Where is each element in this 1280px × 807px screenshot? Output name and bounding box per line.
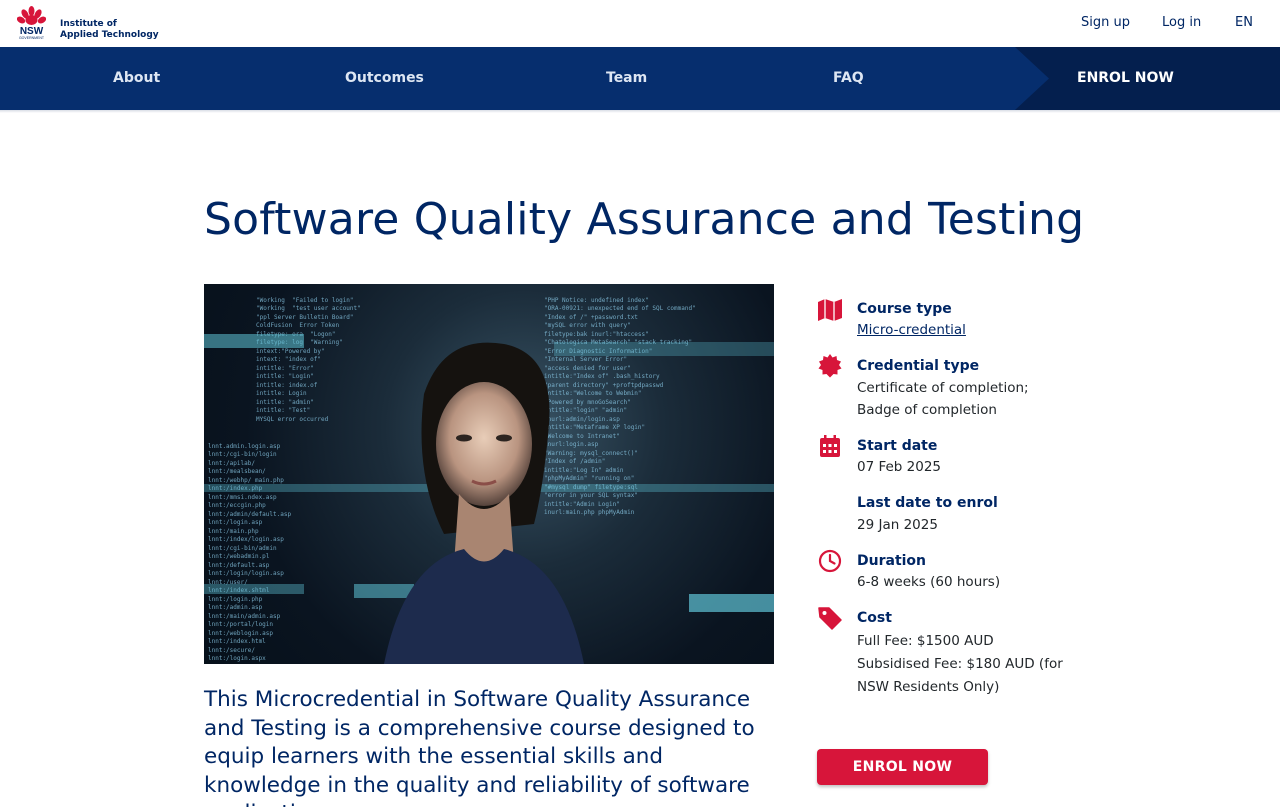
- cost-label: Cost: [857, 610, 892, 626]
- svg-text:GOVERNMENT: GOVERNMENT: [19, 36, 45, 40]
- course-type-label: Course type: [857, 301, 952, 317]
- map-icon: [817, 297, 843, 323]
- tag-icon: [817, 605, 843, 631]
- language-selector[interactable]: EN: [1235, 15, 1253, 30]
- nav-enrol-now[interactable]: ENROL NOW: [1077, 70, 1174, 86]
- waratah-icon: NSW GOVERNMENT: [16, 6, 47, 40]
- main-nav: About Outcomes Team FAQ ENROL NOW: [0, 47, 1280, 110]
- start-date-label: Start date: [857, 438, 938, 454]
- course-hero-image: lnnt.admin.login.asp lnnt:/cgi-bin/login…: [204, 284, 774, 664]
- top-bar: NSW GOVERNMENT Institute of Applied Tech…: [0, 0, 1280, 47]
- nav-about[interactable]: About: [113, 70, 160, 86]
- nav-outcomes[interactable]: Outcomes: [345, 70, 424, 86]
- full-fee: Full Fee: $1500 AUD: [857, 633, 994, 649]
- page-title: Software Quality Assurance and Testing: [204, 194, 1085, 245]
- nsw-logo[interactable]: NSW GOVERNMENT Institute of Applied Tech…: [16, 6, 159, 41]
- calendar-icon: [817, 433, 843, 459]
- logo-text: Institute of Applied Technology: [60, 19, 159, 41]
- subsidised-fee-line2: NSW Residents Only): [857, 679, 1000, 695]
- subsidised-fee-line1: Subsidised Fee: $180 AUD (for: [857, 656, 1063, 672]
- sign-up-link[interactable]: Sign up: [1081, 15, 1130, 30]
- log-in-link[interactable]: Log in: [1162, 15, 1201, 30]
- woman-silhouette: [384, 342, 584, 664]
- nav-faq[interactable]: FAQ: [833, 70, 864, 86]
- course-intro: This Microcredential in Software Quality…: [204, 687, 755, 807]
- last-date-value: 29 Jan 2025: [857, 517, 938, 533]
- nav-shadow: [0, 110, 1280, 113]
- credential-type-label: Credential type: [857, 358, 980, 374]
- nav-team[interactable]: Team: [606, 70, 647, 86]
- last-date-label: Last date to enrol: [857, 495, 998, 511]
- duration-value: 6-8 weeks (60 hours): [857, 574, 1001, 590]
- start-date-value: 07 Feb 2025: [857, 459, 942, 475]
- enrol-now-button[interactable]: ENROL NOW: [817, 749, 988, 785]
- badge-icon: [817, 353, 843, 379]
- clock-icon: [817, 548, 843, 574]
- credential-line1: Certificate of completion;: [857, 380, 1029, 396]
- course-type-link[interactable]: Micro-credential: [857, 319, 966, 342]
- logo-text-line1: Institute of: [60, 19, 117, 29]
- credential-line2: Badge of completion: [857, 402, 997, 418]
- duration-label: Duration: [857, 553, 927, 569]
- logo-text-line2: Applied Technology: [60, 30, 159, 40]
